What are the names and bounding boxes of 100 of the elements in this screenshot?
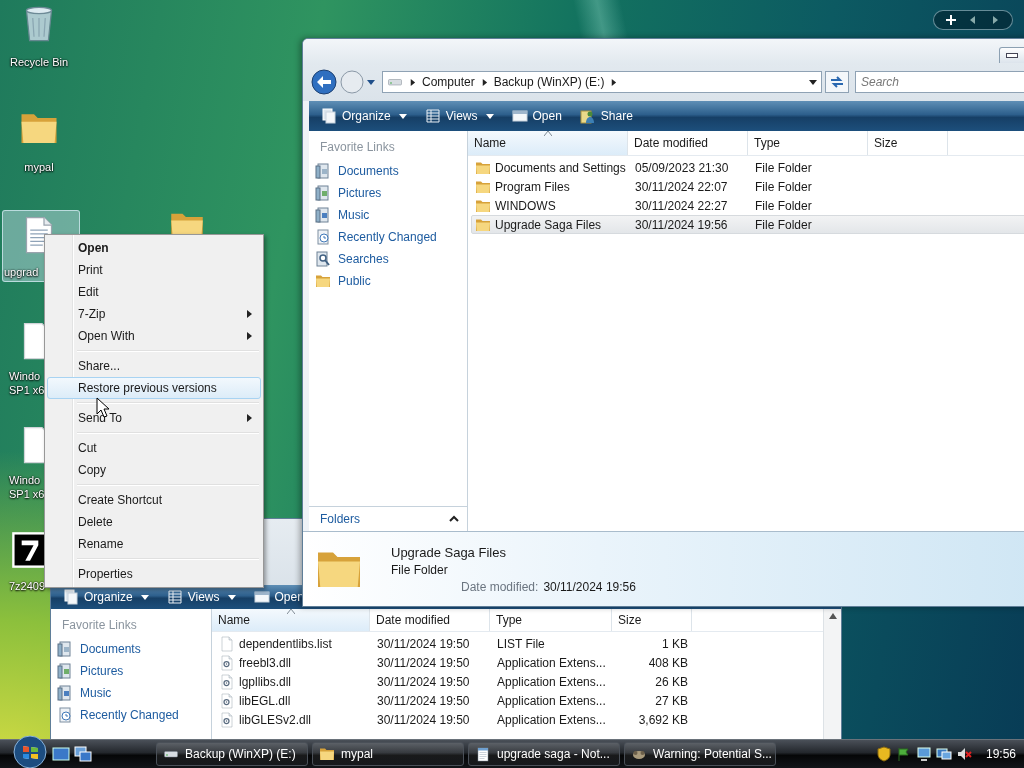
menu-item[interactable]: Open With [47, 325, 261, 347]
folder-icon [315, 273, 331, 289]
menu-item[interactable]: Properties [47, 563, 261, 585]
column-header[interactable]: Size [868, 131, 948, 155]
toolbar-button[interactable]: Organize [59, 586, 153, 608]
chevron-up-icon [449, 514, 459, 524]
item-name: Upgrade Saga Files [391, 544, 507, 560]
submenu-arrow-icon [247, 310, 252, 318]
favorite-link[interactable]: Music [51, 682, 211, 704]
table-cell-text: Application Extens... [496, 655, 607, 670]
file-row[interactable]: lgpllibs.dll 30/11/2024 19:50 Application Extens... 26 KB [215, 672, 823, 691]
menu-item[interactable]: Send To [47, 407, 261, 429]
column-header[interactable]: Name [212, 609, 370, 631]
menu-item[interactable]: Create Shortcut [47, 489, 261, 511]
network-icon [935, 746, 952, 762]
desktop-icon[interactable]: mypal [0, 103, 78, 177]
chevron-right-icon [409, 78, 416, 86]
breadcrumb-item[interactable]: Computer [422, 75, 475, 89]
file-row[interactable]: Upgrade Saga Files 30/11/2024 19:56 File Folder [471, 215, 1024, 234]
plus-icon [946, 15, 956, 25]
taskbar-button[interactable]: upgrade saga - Not... [468, 742, 620, 766]
icon-label: mypal [23, 160, 55, 174]
table-cell-text: 05/09/2023 21:30 [634, 160, 730, 175]
menu-item[interactable]: Copy [47, 459, 261, 481]
file-name: lgpllibs.dll [239, 674, 292, 689]
favorite-link[interactable]: Documents [51, 638, 211, 660]
toolbar-button[interactable]: Views [162, 586, 240, 608]
favorite-link[interactable]: Pictures [309, 182, 467, 204]
table-cell-text: File Folder [754, 179, 813, 194]
toolbar-button[interactable]: Share [575, 105, 637, 127]
address-bar[interactable]: Computer Backup (WinXP) (E:) [382, 71, 822, 93]
file-name: Upgrade Saga Files [495, 217, 602, 232]
pane-heading: Favorite Links [319, 139, 396, 156]
chevron-right-icon [610, 78, 618, 86]
refresh-icon [829, 74, 845, 90]
file-row[interactable]: Program Files 30/11/2024 22:07 File Folder [471, 177, 1024, 196]
column-header[interactable]: Size [612, 609, 692, 631]
menu-item[interactable]: 7-Zip [47, 303, 261, 325]
favorite-link[interactable]: Pictures [51, 660, 211, 682]
column-header[interactable]: Name [468, 131, 628, 155]
table-cell-text: 30/11/2024 19:56 [634, 217, 729, 232]
toolbar-button[interactable]: Open [507, 105, 566, 127]
file-row[interactable]: libGLESv2.dll 30/11/2024 19:50 Application Extens... 3,692 KB [215, 710, 823, 729]
breadcrumb-item[interactable]: Backup (WinXP) (E:) [493, 75, 605, 89]
search-field[interactable]: Search [855, 71, 1024, 93]
table-cell-text: 30/11/2024 19:50 [376, 655, 471, 670]
network-icon [915, 746, 932, 762]
menu-item[interactable]: Restore previous versions [47, 377, 261, 399]
table-cell-text: 30/11/2024 22:27 [634, 198, 729, 213]
icon-label: Windo [9, 473, 42, 487]
window-icon [253, 589, 270, 605]
file-name: freebl3.dll [239, 655, 292, 670]
menu-item[interactable]: Rename [47, 533, 261, 555]
file-row[interactable]: Documents and Settings 05/09/2023 21:30 File Folder [471, 158, 1024, 177]
icon-label: 7z2409 [9, 579, 46, 593]
desktop-icon[interactable]: Recycle Bin [0, 0, 78, 74]
favorite-link[interactable]: Documents [309, 160, 467, 182]
favorite-link[interactable]: Recently Changed [309, 226, 467, 248]
taskbar-button[interactable]: Warning: Potential S... [624, 742, 776, 766]
settings-file-icon [219, 692, 235, 709]
refresh-button[interactable] [825, 71, 849, 93]
menu-item[interactable]: Delete [47, 511, 261, 533]
menu-item[interactable]: Cut [47, 437, 261, 459]
favorite-link[interactable]: Public [309, 270, 467, 292]
taskbar-button[interactable]: Backup (WinXP) (E:) [156, 742, 308, 766]
clock: 19:56 [985, 747, 1016, 761]
table-cell-text: 27 KB [654, 693, 689, 708]
column-header[interactable]: Type [748, 131, 868, 155]
table-cell-text: 30/11/2024 19:50 [376, 674, 471, 689]
volume-muted-icon [955, 746, 972, 762]
recent-icon [57, 707, 73, 723]
table-cell-text: 30/11/2024 22:07 [634, 179, 729, 194]
property-label: Date modified: [461, 579, 539, 594]
favorite-link[interactable]: Music [309, 204, 467, 226]
history-caret-icon [367, 78, 375, 86]
menu-item[interactable]: Edit [47, 281, 261, 303]
column-header[interactable]: Type [490, 609, 612, 631]
table-cell-text: File Folder [754, 160, 813, 175]
submenu-arrow-icon [247, 414, 252, 422]
scroll-up-icon [828, 613, 837, 619]
file-row[interactable]: freebl3.dll 30/11/2024 19:50 Application Extens... 408 KB [215, 653, 823, 672]
column-header[interactable]: Date modified [370, 609, 490, 631]
scrollbar[interactable] [823, 609, 841, 741]
file-row[interactable]: libEGL.dll 30/11/2024 19:50 Application Extens... 27 KB [215, 691, 823, 710]
dropdown-caret-icon [809, 78, 817, 86]
toolbar-button[interactable]: Organize [317, 105, 411, 127]
menu-item[interactable]: Share... [47, 355, 261, 377]
pictures-icon [315, 185, 331, 201]
pictures-icon [57, 663, 73, 679]
favorite-link[interactable]: Recently Changed [51, 704, 211, 726]
toolbar-button[interactable]: Views [420, 105, 498, 127]
table-cell-text: 30/11/2024 19:50 [376, 693, 471, 708]
taskbar-button[interactable]: mypal [312, 742, 464, 766]
table-cell-text: Application Extens... [496, 712, 607, 727]
column-header[interactable]: Date modified [628, 131, 748, 155]
favorite-link[interactable]: Searches [309, 248, 467, 270]
file-row[interactable]: dependentlibs.list 30/11/2024 19:50 LIST File 1 KB [215, 634, 823, 653]
documents-icon [315, 163, 331, 179]
file-row[interactable]: WINDOWS 30/11/2024 22:27 File Folder [471, 196, 1024, 215]
minimize-button[interactable] [999, 47, 1024, 63]
